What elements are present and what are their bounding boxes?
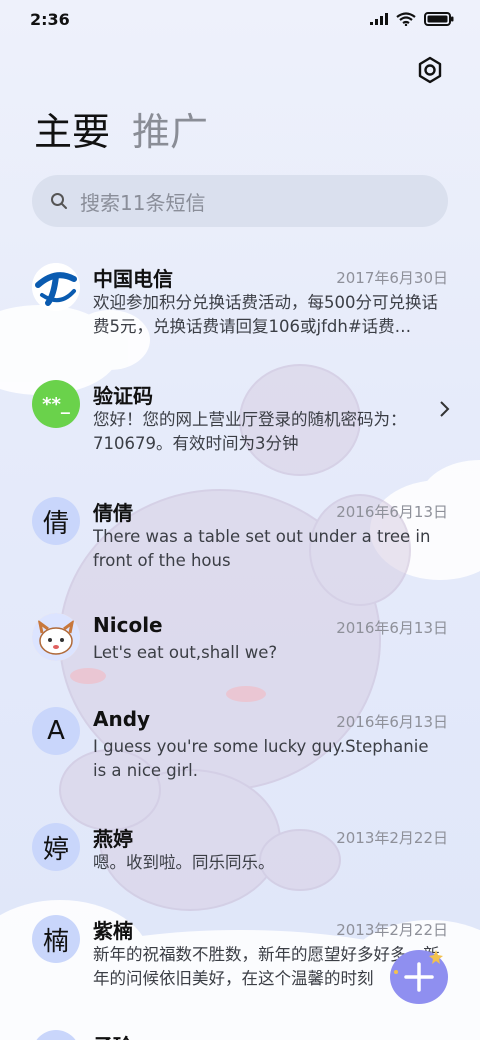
message-snippet: There was a table set out under a tree i… (93, 527, 431, 570)
message-date: 2013年2月22日 (336, 921, 448, 939)
avatar: 楠 (32, 915, 80, 963)
verification-code-icon: **_ (32, 380, 80, 428)
conversation-item[interactable]: 子玲 (0, 1030, 480, 1040)
battery-icon (424, 12, 454, 26)
message-snippet: Let's eat out,shall we? (93, 643, 278, 662)
message-snippet: 您好！您的网上营业厅登录的随机密码为：710679。有效时间为3分钟 (93, 410, 407, 453)
compose-button[interactable] (388, 944, 454, 1006)
message-snippet: 欢迎参加积分兑换话费活动，每500分可兑换话费5元，兑换话费请回复106或jfd… (93, 293, 438, 336)
message-snippet: I guess you're some lucky guy.Stephanie … (93, 737, 429, 780)
contact-name: 燕婷 (93, 827, 133, 851)
avatar: A (32, 707, 80, 755)
message-date: 2016年6月13日 (336, 619, 448, 637)
cartoon-avatar (32, 613, 80, 661)
contact-name: 验证码 (93, 384, 153, 408)
wifi-icon (396, 12, 416, 26)
china-telecom-logo (32, 263, 80, 311)
avatar: 倩 (32, 497, 80, 545)
search-icon (51, 193, 67, 209)
search-placeholder: 搜索11条短信 (80, 190, 206, 215)
conversation-item[interactable]: 倩 倩倩 2016年6月13日 There was a table set ou… (0, 497, 480, 607)
signal-icon (370, 13, 388, 25)
message-snippet: 嗯。收到啦。同乐同乐。 (93, 853, 275, 872)
message-date: 2013年2月22日 (336, 829, 448, 847)
messages-screen: 2:36 主要 推广 搜索11条短信 中国电信 2017年6月30日 欢迎参加积… (0, 0, 480, 1040)
contact-name: 紫楠 (93, 919, 133, 943)
status-time: 2:36 (30, 10, 70, 29)
settings-icon (418, 56, 442, 84)
message-date: 2016年6月13日 (336, 713, 448, 731)
status-bar: 2:36 (0, 0, 480, 40)
message-date: 2016年6月13日 (336, 503, 448, 521)
tab-bar: 主要 推广 (34, 108, 208, 156)
compose-plus-icon (390, 950, 448, 1004)
tab-promotions[interactable]: 推广 (132, 108, 208, 156)
chevron-right-icon[interactable] (438, 400, 450, 418)
contact-name: 倩倩 (93, 501, 133, 525)
conversation-item[interactable]: 中国电信 2017年6月30日 欢迎参加积分兑换话费活动，每500分可兑换话费5… (0, 263, 480, 373)
contact-name: 子玲 (93, 1030, 133, 1040)
conversation-item[interactable]: A Andy 2016年6月13日 I guess you're some lu… (0, 707, 480, 817)
avatar: 婷 (32, 823, 80, 871)
search-bar[interactable]: 搜索11条短信 (32, 175, 448, 227)
verification-avatar-text: **_ (42, 393, 70, 415)
contact-name: 中国电信 (93, 267, 173, 291)
message-date: 2017年6月30日 (336, 269, 448, 287)
conversation-item[interactable]: **_ 验证码 您好！您的网上营业厅登录的随机密码为：710679。有效时间为3… (0, 380, 480, 490)
status-icons (370, 12, 454, 26)
settings-button[interactable] (416, 56, 444, 84)
contact-name: Nicole (93, 613, 163, 637)
contact-name: Andy (93, 707, 151, 731)
tab-primary[interactable]: 主要 (34, 108, 110, 156)
avatar (32, 1030, 80, 1040)
